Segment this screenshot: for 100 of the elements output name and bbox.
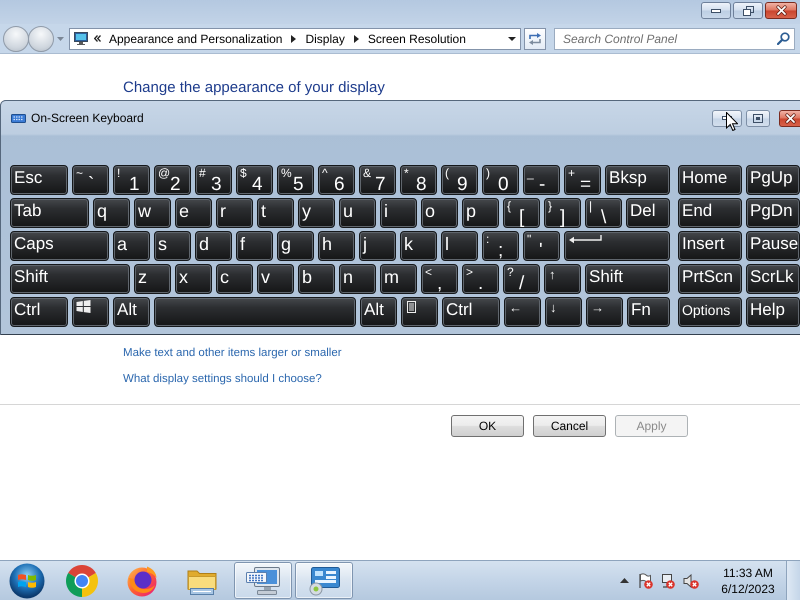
- flag-alert-icon[interactable]: [637, 572, 653, 588]
- symbol-key[interactable]: + =: [564, 165, 601, 195]
- windows-key[interactable]: [72, 297, 109, 327]
- symbol-key[interactable]: < ,: [421, 264, 458, 294]
- chevron-right-icon[interactable]: [291, 34, 296, 42]
- symbol-key[interactable]: ? /: [503, 264, 540, 294]
- symbol-key[interactable]: : ;: [482, 231, 519, 261]
- keyboard-key[interactable]: Shift: [585, 264, 670, 294]
- restore-button[interactable]: [733, 2, 763, 19]
- letter-key[interactable]: x: [175, 264, 212, 294]
- close-button[interactable]: [765, 2, 797, 19]
- maximize-button[interactable]: [746, 110, 770, 126]
- symbol-key[interactable]: ( 9: [441, 165, 478, 195]
- letter-key[interactable]: g: [277, 231, 314, 261]
- letter-key[interactable]: y: [298, 198, 335, 228]
- letter-key[interactable]: t: [257, 198, 294, 228]
- letter-key[interactable]: v: [257, 264, 294, 294]
- letter-key[interactable]: b: [298, 264, 335, 294]
- refresh-button[interactable]: [524, 28, 546, 50]
- close-button[interactable]: [779, 110, 800, 126]
- letter-key[interactable]: h: [318, 231, 355, 261]
- keyboard-key[interactable]: Esc: [10, 165, 68, 195]
- symbol-key[interactable]: { [: [503, 198, 540, 228]
- letter-key[interactable]: w: [134, 198, 171, 228]
- breadcrumb-item[interactable]: Display: [302, 30, 348, 46]
- keyboard-key[interactable]: Pause: [746, 231, 800, 261]
- symbol-key[interactable]: %5: [277, 165, 314, 195]
- taskbar-button[interactable]: [234, 562, 292, 599]
- keyboard-key[interactable]: Caps: [10, 231, 109, 261]
- symbol-key[interactable]: & 7: [359, 165, 396, 195]
- breadcrumb-item[interactable]: Screen Resolution: [364, 30, 469, 46]
- letter-key[interactable]: r: [216, 198, 253, 228]
- letter-key[interactable]: i: [380, 198, 417, 228]
- keyboard-key[interactable]: Ctrl: [10, 297, 68, 327]
- arrow-key[interactable]: →: [586, 297, 623, 327]
- address-dropdown-button[interactable]: [508, 36, 516, 40]
- arrow-key[interactable]: ←: [504, 297, 541, 327]
- speaker-error-icon[interactable]: [683, 572, 699, 588]
- letter-key[interactable]: u: [339, 198, 376, 228]
- keyboard-key[interactable]: PgDn: [746, 198, 800, 228]
- enter-key[interactable]: [564, 231, 670, 261]
- symbol-key[interactable]: } ]: [544, 198, 581, 228]
- symbol-key[interactable]: ) 0: [482, 165, 519, 195]
- letter-key[interactable]: e: [175, 198, 212, 228]
- letter-key[interactable]: p: [462, 198, 499, 228]
- search-icon[interactable]: [777, 32, 790, 45]
- keyboard-key[interactable]: Home: [678, 165, 742, 195]
- symbol-key[interactable]: * 8: [400, 165, 437, 195]
- keyboard-key[interactable]: Shift: [10, 264, 130, 294]
- keyboard-key[interactable]: ScrLk: [746, 264, 800, 294]
- keyboard-key[interactable]: Tab: [10, 198, 89, 228]
- letter-key[interactable]: f: [236, 231, 273, 261]
- keyboard-key[interactable]: Insert: [678, 231, 742, 261]
- keyboard-key[interactable]: Fn: [627, 297, 670, 327]
- keyboard-key[interactable]: Ctrl: [442, 297, 500, 327]
- keyboard-key[interactable]: End: [678, 198, 742, 228]
- symbol-key[interactable]: " ': [523, 231, 560, 261]
- help-link[interactable]: What display settings should I choose?: [123, 372, 322, 386]
- symbol-key[interactable]: ! 1: [113, 165, 150, 195]
- taskbar-button[interactable]: [295, 562, 353, 599]
- keyboard-key[interactable]: Del: [626, 198, 670, 228]
- symbol-key[interactable]: ~ `: [72, 165, 109, 195]
- letter-key[interactable]: m: [380, 264, 417, 294]
- letter-key[interactable]: s: [154, 231, 191, 261]
- symbol-key[interactable]: | \: [585, 198, 622, 228]
- chevron-right-icon[interactable]: [354, 34, 359, 42]
- breadcrumb-item[interactable]: Appearance and Personalization: [106, 30, 286, 46]
- keyboard-key[interactable]: Alt: [360, 297, 397, 327]
- symbol-key[interactable]: $ 4: [236, 165, 273, 195]
- address-bar[interactable]: Appearance and Personalization Display Screen Resolution: [69, 28, 521, 50]
- minimize-button[interactable]: [701, 2, 731, 19]
- letter-key[interactable]: z: [134, 264, 171, 294]
- show-hidden-icons-button[interactable]: [620, 578, 629, 583]
- menu-key[interactable]: [401, 297, 438, 327]
- letter-key[interactable]: l: [441, 231, 478, 261]
- symbol-key[interactable]: _ -: [523, 165, 560, 195]
- symbol-key[interactable]: ^ 6: [318, 165, 355, 195]
- help-link[interactable]: Make text and other items larger or smaller: [123, 346, 342, 360]
- taskbar-button[interactable]: [126, 564, 158, 596]
- keyboard-key[interactable]: PgUp: [746, 165, 800, 195]
- symbol-key[interactable]: # 3: [195, 165, 232, 195]
- arrow-key[interactable]: ↑: [544, 264, 581, 294]
- network-error-icon[interactable]: [659, 572, 675, 588]
- dialog-button[interactable]: OK: [451, 415, 524, 437]
- system-clock[interactable]: 11:33 AM 6/12/2023: [712, 564, 784, 596]
- double-chevron-left-icon[interactable]: [94, 35, 101, 42]
- dialog-button[interactable]: Cancel: [533, 415, 606, 437]
- arrow-key[interactable]: ↓: [545, 297, 582, 327]
- space-key[interactable]: [154, 297, 356, 327]
- letter-key[interactable]: j: [359, 231, 396, 261]
- symbol-key[interactable]: > .: [462, 264, 499, 294]
- taskbar-button[interactable]: [65, 564, 99, 598]
- keyboard-key[interactable]: Help: [746, 297, 800, 327]
- letter-key[interactable]: c: [216, 264, 253, 294]
- keyboard-key[interactable]: Options: [678, 297, 742, 327]
- letter-key[interactable]: d: [195, 231, 232, 261]
- start-button[interactable]: [9, 562, 45, 598]
- keyboard-key[interactable]: Bksp: [605, 165, 670, 195]
- letter-key[interactable]: q: [93, 198, 130, 228]
- letter-key[interactable]: n: [339, 264, 376, 294]
